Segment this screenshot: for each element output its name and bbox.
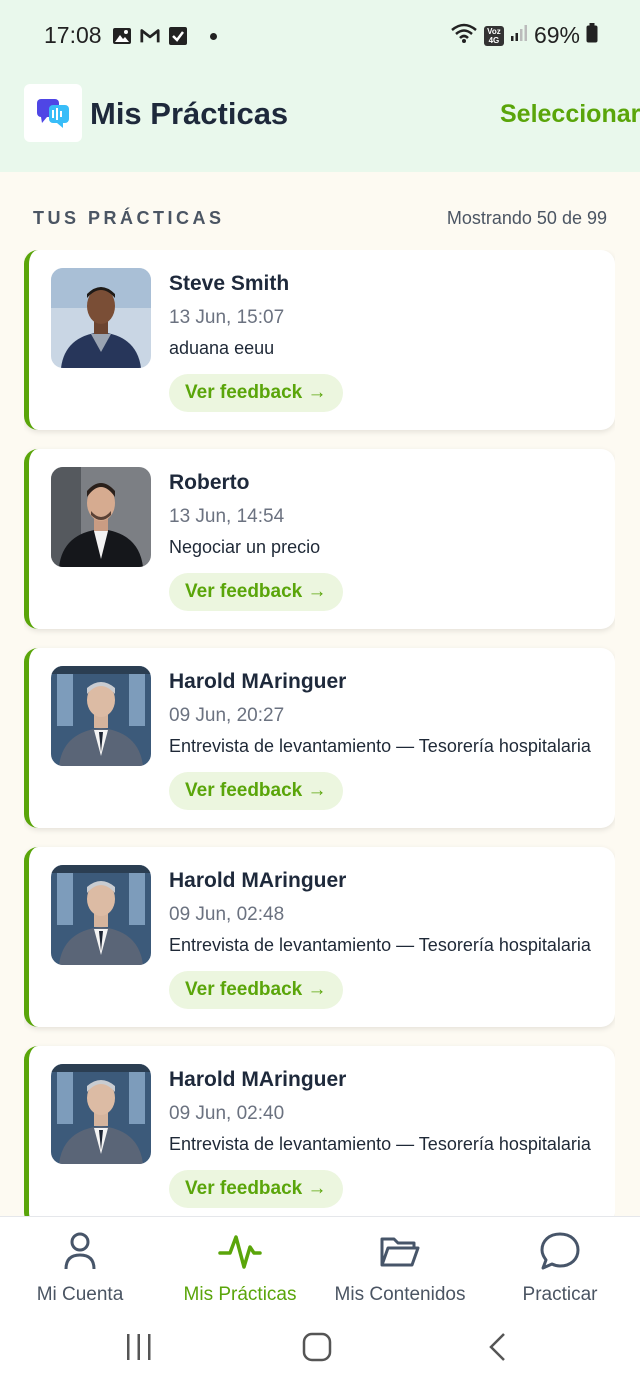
- status-bar: 17:08 Voz 4G 69%: [0, 0, 640, 72]
- practice-date: 09 Jun, 20:27: [169, 705, 285, 726]
- gmail-icon: [140, 26, 160, 46]
- folder-icon: [379, 1231, 421, 1276]
- app-header: 17:08 Voz 4G 69% Mis Prácticas Seleccion…: [0, 0, 640, 172]
- practice-name: Harold MAringuer: [169, 670, 347, 693]
- nav-practicar[interactable]: Practicar: [480, 1217, 640, 1319]
- wifi-icon: [450, 22, 478, 49]
- view-feedback-button[interactable]: Ver feedback →: [169, 573, 343, 611]
- user-icon: [62, 1231, 98, 1276]
- bottom-nav: Mi Cuenta Mis Prácticas Mis Contenidos P…: [0, 1216, 640, 1318]
- battery-icon: [586, 23, 598, 48]
- nav-mi-cuenta[interactable]: Mi Cuenta: [0, 1217, 160, 1319]
- page-title: Mis Prácticas: [90, 96, 289, 131]
- app-bar: Mis Prácticas Seleccionar: [0, 84, 640, 146]
- home-icon[interactable]: [302, 1332, 332, 1367]
- practice-name: Steve Smith: [169, 272, 290, 295]
- nav-mis-practicas[interactable]: Mis Prácticas: [160, 1217, 320, 1319]
- practice-date: 09 Jun, 02:40: [169, 1103, 285, 1124]
- practice-list[interactable]: Steve Smith 13 Jun, 15:07 aduana eeuu Ve…: [24, 250, 615, 1216]
- nav-label: Mis Contenidos: [334, 1284, 466, 1305]
- signal-icon: [510, 24, 528, 47]
- app-logo: [24, 84, 82, 142]
- view-feedback-button[interactable]: Ver feedback →: [169, 971, 343, 1009]
- practice-description: Entrevista de levantamiento — Tesorería …: [169, 935, 591, 955]
- practice-date: 13 Jun, 14:54: [169, 506, 285, 527]
- practice-date: 09 Jun, 02:48: [169, 904, 285, 925]
- practice-name: Harold MAringuer: [169, 869, 347, 892]
- battery-percent: 69%: [533, 22, 580, 48]
- practice-date: 13 Jun, 15:07: [169, 307, 285, 328]
- practice-card[interactable]: Harold MAringuer 09 Jun, 02:40 Entrevist…: [24, 1046, 615, 1216]
- practice-description: Entrevista de levantamiento — Tesorería …: [169, 736, 591, 756]
- check-icon: [168, 26, 188, 46]
- practice-card[interactable]: Harold MAringuer 09 Jun, 02:48 Entrevist…: [24, 847, 615, 1027]
- practice-description: aduana eeuu: [169, 338, 275, 358]
- nav-mis-contenidos[interactable]: Mis Contenidos: [320, 1217, 480, 1319]
- practice-description: Negociar un precio: [169, 537, 321, 557]
- nav-label: Mi Cuenta: [36, 1284, 124, 1305]
- chat-icon: [539, 1231, 581, 1276]
- view-feedback-button[interactable]: Ver feedback →: [169, 374, 343, 412]
- nav-label: Mis Prácticas: [183, 1284, 297, 1305]
- practice-card[interactable]: Harold MAringuer 09 Jun, 20:27 Entrevist…: [24, 648, 615, 828]
- back-icon[interactable]: [486, 1332, 510, 1367]
- volte-icon: Voz 4G: [483, 25, 504, 46]
- gallery-icon: [112, 26, 132, 46]
- avatar: [51, 1064, 151, 1164]
- avatar: [51, 467, 151, 567]
- select-button[interactable]: Seleccionar: [500, 100, 640, 129]
- view-feedback-button[interactable]: Ver feedback →: [169, 772, 343, 810]
- showing-count: Mostrando 50 de 99: [446, 208, 607, 228]
- practice-card[interactable]: Roberto 13 Jun, 14:54 Negociar un precio…: [24, 449, 615, 629]
- nav-label: Practicar: [522, 1284, 598, 1305]
- notification-icons: [112, 26, 217, 46]
- more-notifications-dot: [210, 32, 217, 40]
- practice-card[interactable]: Steve Smith 13 Jun, 15:07 aduana eeuu Ve…: [24, 250, 615, 430]
- avatar: [51, 865, 151, 965]
- practice-name: Harold MAringuer: [169, 1068, 347, 1091]
- practice-description: Entrevista de levantamiento — Tesorería …: [169, 1134, 591, 1154]
- system-nav-bar: [0, 1318, 640, 1388]
- status-time: 17:08: [44, 22, 102, 48]
- avatar: [51, 268, 151, 368]
- section-label: TUS PRÁCTICAS: [33, 208, 225, 228]
- practice-name: Roberto: [169, 471, 250, 494]
- avatar: [51, 666, 151, 766]
- recents-icon[interactable]: [124, 1332, 154, 1367]
- activity-icon: [218, 1231, 262, 1276]
- view-feedback-button[interactable]: Ver feedback →: [169, 1170, 343, 1208]
- system-icons: Voz 4G 69%: [450, 22, 598, 49]
